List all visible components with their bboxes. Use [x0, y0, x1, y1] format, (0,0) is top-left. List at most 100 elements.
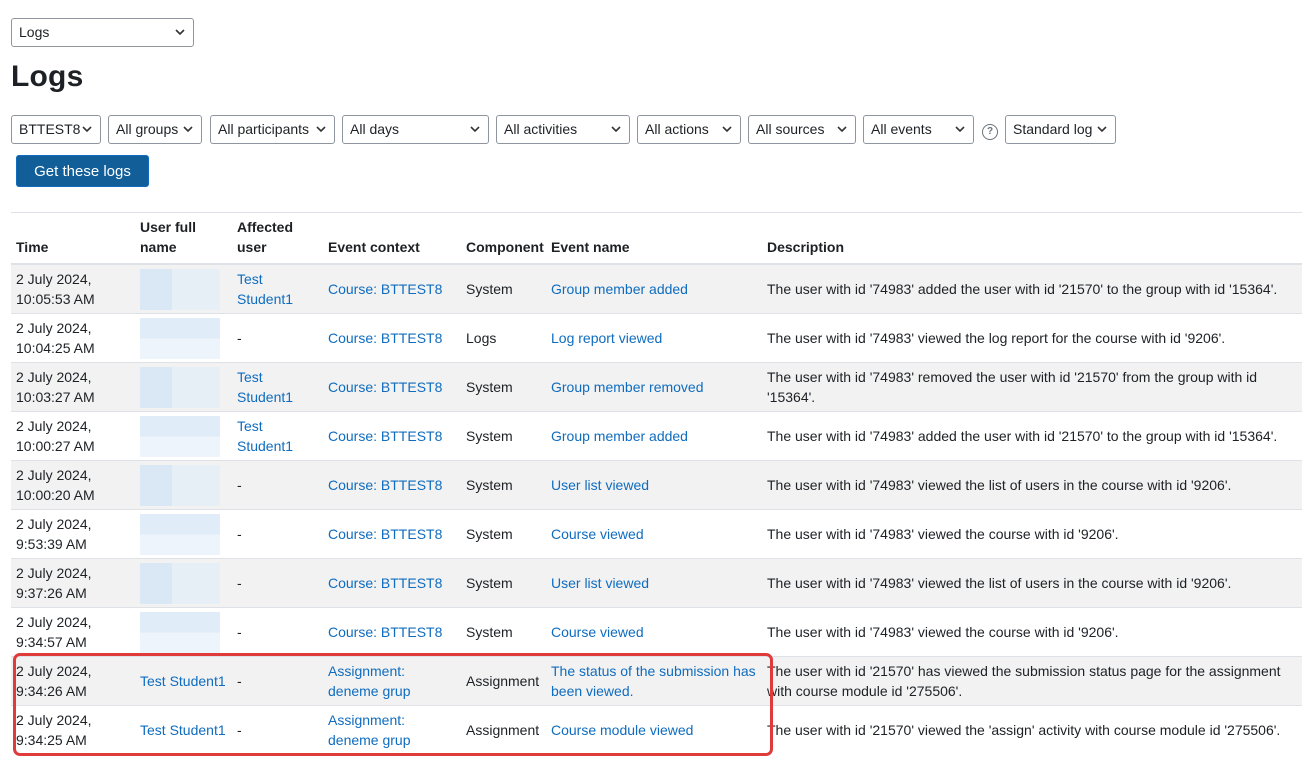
activity-filter-value: All activities [504, 121, 578, 137]
event-context-link[interactable]: Assignment: deneme grup [328, 712, 411, 748]
event-filter[interactable]: All events [863, 115, 974, 144]
redacted-user-name [140, 415, 220, 457]
cell-event-name: Group member removed [547, 362, 763, 412]
event-context-link[interactable]: Course: BTTEST8 [328, 428, 442, 444]
affected-user-text: - [237, 477, 242, 493]
cell-event-name: User list viewed [547, 460, 763, 510]
event-name-link[interactable]: Course module viewed [551, 722, 693, 738]
source-filter[interactable]: All sources [748, 115, 856, 144]
participant-filter[interactable]: All participants [210, 115, 335, 144]
event-context-link[interactable]: Assignment: deneme grup [328, 663, 411, 699]
user-full-name-link[interactable]: Test Student1 [140, 673, 226, 689]
affected-user-link[interactable]: Test Student1 [237, 418, 293, 454]
cell-affected-user: - [233, 558, 324, 608]
cell-component: System [462, 509, 547, 559]
event-name-link[interactable]: Group member removed [551, 379, 704, 395]
activity-filter[interactable]: All activities [496, 115, 630, 144]
event-context-link[interactable]: Course: BTTEST8 [328, 575, 442, 591]
chevron-down-icon [837, 126, 847, 133]
logstore-filter-value: Standard log [1013, 121, 1093, 137]
day-filter[interactable]: All days [342, 115, 489, 144]
cell-time: 2 July 2024, 10:03:27 AM [11, 362, 136, 412]
cell-event-context: Course: BTTEST8 [324, 558, 462, 608]
cell-description: The user with id '74983' viewed the list… [763, 558, 1302, 608]
table-row: 2 July 2024, 10:05:53 AM Test Student1 Cou… [11, 263, 1302, 314]
action-filter[interactable]: All actions [637, 115, 741, 144]
cell-description: The user with id '21570' viewed the 'ass… [763, 705, 1302, 755]
chevron-down-icon [955, 126, 965, 133]
event-name-link[interactable]: The status of the submission has been vi… [551, 663, 756, 699]
cell-user [136, 607, 233, 657]
col-time[interactable]: Time [11, 212, 136, 265]
cell-time: 2 July 2024, 9:34:25 AM [11, 705, 136, 755]
event-context-link[interactable]: Course: BTTEST8 [328, 477, 442, 493]
col-user-full-name[interactable]: User full name [136, 212, 233, 265]
cell-affected-user: - [233, 460, 324, 510]
cell-event-context: Course: BTTEST8 [324, 263, 462, 314]
report-select-value: Logs [19, 24, 50, 40]
group-filter[interactable]: All groups [108, 115, 202, 144]
get-logs-button[interactable]: Get these logs [16, 155, 149, 187]
cell-component: System [462, 558, 547, 608]
cell-user [136, 558, 233, 608]
redacted-user-name [140, 562, 220, 604]
cell-affected-user: - [233, 509, 324, 559]
event-name-link[interactable]: Group member added [551, 281, 688, 297]
cell-event-context: Course: BTTEST8 [324, 313, 462, 363]
cell-description: The user with id '74983' added the user … [763, 411, 1302, 461]
col-event-context: Event context [324, 212, 462, 265]
report-select[interactable]: Logs [11, 18, 194, 47]
table-row: 2 July 2024, 10:00:20 AM - Course: BTTEST8… [11, 460, 1302, 510]
cell-user [136, 362, 233, 412]
course-filter[interactable]: BTTEST8 [11, 115, 101, 144]
help-icon[interactable]: ? [982, 124, 998, 140]
source-filter-value: All sources [756, 121, 825, 137]
event-context-link[interactable]: Course: BTTEST8 [328, 330, 442, 346]
cell-description: The user with id '74983' viewed the cour… [763, 607, 1302, 657]
event-context-link[interactable]: Course: BTTEST8 [328, 379, 442, 395]
cell-time: 2 July 2024, 10:05:53 AM [11, 263, 136, 314]
cell-description: The user with id '74983' removed the use… [763, 362, 1302, 412]
event-context-link[interactable]: Course: BTTEST8 [328, 526, 442, 542]
event-name-link[interactable]: Course viewed [551, 526, 644, 542]
cell-event-name: Course viewed [547, 509, 763, 559]
affected-user-link[interactable]: Test Student1 [237, 369, 293, 405]
cell-description: The user with id '21570' has viewed the … [763, 656, 1302, 706]
cell-event-context: Course: BTTEST8 [324, 362, 462, 412]
cell-component: System [462, 411, 547, 461]
cell-description: The user with id '74983' viewed the log … [763, 313, 1302, 363]
cell-time: 2 July 2024, 10:00:27 AM [11, 411, 136, 461]
event-name-link[interactable]: Group member added [551, 428, 688, 444]
logstore-filter[interactable]: Standard log [1005, 115, 1116, 144]
redacted-user-name [140, 611, 220, 653]
chevron-down-icon [611, 126, 621, 133]
table-row: 2 July 2024, 10:04:25 AM - Course: BTTEST8… [11, 313, 1302, 363]
table-header-row: Time User full name Affected user Event … [11, 212, 1302, 265]
event-name-link[interactable]: User list viewed [551, 477, 649, 493]
chevron-down-icon [183, 126, 193, 133]
redacted-user-name [140, 464, 220, 506]
cell-event-name: Log report viewed [547, 313, 763, 363]
user-full-name-link[interactable]: Test Student1 [140, 722, 226, 738]
table-row: 2 July 2024, 9:34:26 AM Test Student1- Ass… [11, 656, 1302, 706]
event-name-link[interactable]: User list viewed [551, 575, 649, 591]
cell-time: 2 July 2024, 9:34:57 AM [11, 607, 136, 657]
event-context-link[interactable]: Course: BTTEST8 [328, 624, 442, 640]
event-name-link[interactable]: Course viewed [551, 624, 644, 640]
col-description: Description [763, 212, 1302, 265]
table-row: 2 July 2024, 9:34:57 AM - Course: BTTEST8 S… [11, 607, 1302, 657]
cell-component: System [462, 607, 547, 657]
cell-time: 2 July 2024, 10:00:20 AM [11, 460, 136, 510]
cell-time: 2 July 2024, 9:37:26 AM [11, 558, 136, 608]
event-name-link[interactable]: Log report viewed [551, 330, 662, 346]
event-context-link[interactable]: Course: BTTEST8 [328, 281, 442, 297]
affected-user-link[interactable]: Test Student1 [237, 271, 293, 307]
table-row: 2 July 2024, 9:34:25 AM Test Student1- Ass… [11, 705, 1302, 755]
col-event-name: Event name [547, 212, 763, 265]
cell-affected-user: Test Student1 [233, 362, 324, 412]
chevron-down-icon [1097, 126, 1107, 133]
action-filter-value: All actions [645, 121, 709, 137]
cell-event-name: User list viewed [547, 558, 763, 608]
affected-user-text: - [237, 722, 242, 739]
cell-user [136, 411, 233, 461]
